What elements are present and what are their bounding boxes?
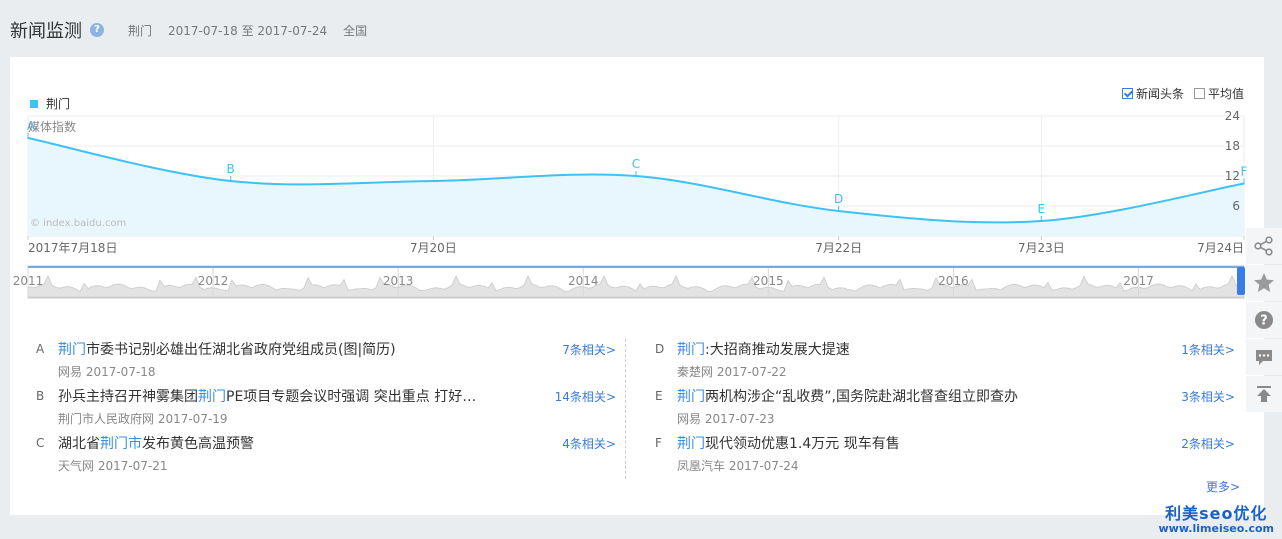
back-to-top-button[interactable] bbox=[1246, 376, 1282, 412]
news-source: 网易 2017-07-23 bbox=[677, 412, 775, 426]
news-title-link[interactable]: 荆门两机构涉企“乱收费”,国务院赴湖北督查组立即查办 bbox=[677, 386, 1018, 406]
navigator-year-label: 2017 bbox=[1123, 274, 1154, 288]
top-icon bbox=[1257, 386, 1271, 402]
news-source: 荆门市人民政府网 2017-07-19 bbox=[58, 412, 228, 426]
x-tick-label: 2017年7月18日 bbox=[28, 241, 117, 255]
news-column-left: A 荆门市委书记别必雄出任湖北省政府党组成员(图|简历) 网易 2017-07-18… bbox=[36, 339, 616, 480]
comment-icon bbox=[1256, 350, 1272, 365]
related-count-link[interactable]: 14条相关> bbox=[555, 388, 616, 405]
keyword-label: 荆门 bbox=[128, 23, 153, 38]
share-icon bbox=[1254, 236, 1273, 256]
news-keyword: 荆门市 bbox=[100, 436, 142, 452]
news-item: A 荆门市委书记别必雄出任湖北省政府党组成员(图|简历) 网易 2017-07-18… bbox=[36, 339, 616, 386]
related-count-link[interactable]: 1条相关> bbox=[1181, 341, 1235, 358]
navigator-year-label: 2016 bbox=[938, 274, 969, 288]
news-source: 秦楚网 2017-07-22 bbox=[677, 365, 787, 379]
date-range-label: 2017-07-18 至 2017-07-24 bbox=[168, 23, 328, 38]
news-marker-letter: A bbox=[36, 342, 45, 356]
news-marker-letter: F bbox=[655, 436, 662, 450]
news-source: 网易 2017-07-18 bbox=[58, 365, 156, 379]
news-source: 凤凰汽车 2017-07-24 bbox=[677, 459, 799, 473]
x-tick-label: 7月22日 bbox=[815, 241, 862, 255]
more-link[interactable]: 更多> bbox=[1206, 478, 1240, 495]
y-tick-label: 12 bbox=[1225, 169, 1240, 183]
range-navigator[interactable]: 2011 2012 2013 2014 2015 2016 2017 bbox=[13, 265, 1245, 299]
svg-text:?: ? bbox=[1260, 314, 1268, 329]
related-count-link[interactable]: 2条相关> bbox=[1181, 435, 1235, 452]
news-monitor-card: 荆门 新闻头条 平均值 ABCDEF 24 18 12 6 2017年7月18日 7月2… bbox=[10, 57, 1264, 515]
chart-watermark: © index.baidu.com bbox=[30, 218, 126, 229]
x-tick-label: 7月24日 bbox=[1197, 241, 1244, 255]
related-count-link[interactable]: 4条相关> bbox=[562, 435, 616, 452]
marker-d[interactable]: D bbox=[834, 192, 843, 206]
news-keyword: 荆门 bbox=[58, 342, 86, 358]
marker-f[interactable]: F bbox=[1241, 165, 1248, 179]
news-item: F 荆门现代领动优惠1.4万元 现车有售凤凰汽车 2017-07-24 2条相关> bbox=[655, 433, 1235, 480]
navigator-year-label: 2015 bbox=[753, 274, 784, 288]
marker-b[interactable]: B bbox=[227, 162, 235, 176]
news-source: 天气网 2017-07-21 bbox=[58, 459, 168, 473]
brand-url: www.limeiseo.com bbox=[1158, 522, 1274, 535]
news-item: C 湖北省荆门市发布黄色高温预警天气网 2017-07-21 4条相关> bbox=[36, 433, 616, 480]
question-help-icon[interactable]: ? bbox=[90, 23, 104, 37]
marker-c[interactable]: C bbox=[632, 157, 640, 171]
news-title-link[interactable]: 荆门现代领动优惠1.4万元 现车有售 bbox=[677, 433, 900, 453]
page-title: 新闻监测 bbox=[10, 21, 82, 42]
share-button[interactable] bbox=[1246, 228, 1282, 264]
y-tick-label: 24 bbox=[1225, 109, 1240, 123]
favorite-button[interactable] bbox=[1246, 265, 1282, 301]
related-count-link[interactable]: 3条相关> bbox=[1181, 388, 1235, 405]
news-marker-letter: E bbox=[655, 389, 663, 403]
navigator-year-label: 2012 bbox=[198, 274, 229, 288]
comment-button[interactable] bbox=[1246, 339, 1282, 375]
news-divider bbox=[625, 339, 626, 479]
navigator-year-label: 2014 bbox=[568, 274, 599, 288]
side-toolbar: ? bbox=[1246, 228, 1282, 413]
news-title-link[interactable]: 荆门市委书记别必雄出任湖北省政府党组成员(图|简历) bbox=[58, 339, 396, 359]
navigator-year-label: 2013 bbox=[383, 274, 414, 288]
media-index-chart[interactable]: AB CDEF 2418126 2017年7月18日 7月20日 7月22日 7月23日… bbox=[10, 57, 1264, 317]
news-title-link[interactable]: 湖北省荆门市发布黄色高温预警 bbox=[58, 433, 254, 453]
help-button[interactable]: ? bbox=[1246, 302, 1282, 338]
news-item: D 荆门:大招商推动发展大提速秦楚网 2017-07-22 1条相关> bbox=[655, 339, 1235, 386]
region-label: 全国 bbox=[343, 23, 368, 38]
brand-name: 利美seo优化 bbox=[1165, 504, 1268, 523]
news-keyword: 荆门 bbox=[677, 342, 705, 358]
navigator-year-label: 2011 bbox=[13, 274, 44, 288]
news-title-link[interactable]: 荆门:大招商推动发展大提速 bbox=[677, 339, 850, 359]
y-axis-label: 媒体指数 bbox=[28, 119, 76, 134]
news-keyword: 荆门 bbox=[198, 389, 226, 405]
star-icon bbox=[1254, 273, 1274, 292]
news-keyword: 荆门 bbox=[677, 436, 705, 452]
marker-e[interactable]: E bbox=[1038, 202, 1046, 216]
news-marker-letter: D bbox=[655, 342, 665, 356]
page-header: 新闻监测 ? 荆门 2017-07-18 至 2017-07-24 全国 bbox=[10, 18, 367, 42]
news-marker-letter: C bbox=[36, 436, 45, 450]
y-tick-label: 6 bbox=[1232, 199, 1240, 213]
navigator-handle[interactable] bbox=[1237, 267, 1245, 295]
news-marker-letter: B bbox=[36, 389, 45, 403]
news-column-right: D 荆门:大招商推动发展大提速秦楚网 2017-07-22 1条相关> E 荆门两机构涉… bbox=[655, 339, 1235, 480]
news-item: B 孙兵主持召开神雾集团荆门PE项目专题会议时强调 突出重点 打好… 荆门市人民政府… bbox=[36, 386, 616, 433]
y-tick-label: 18 bbox=[1225, 139, 1240, 153]
x-tick-label: 7月23日 bbox=[1018, 241, 1065, 255]
brand-watermark: 利美seo优化 www.limeiseo.com bbox=[1159, 500, 1274, 535]
x-tick-label: 7月20日 bbox=[410, 241, 457, 255]
related-count-link[interactable]: 7条相关> bbox=[562, 341, 616, 358]
news-title-link[interactable]: 孙兵主持召开神雾集团荆门PE项目专题会议时强调 突出重点 打好… bbox=[58, 386, 476, 406]
help-icon: ? bbox=[1255, 311, 1273, 329]
news-keyword: 荆门 bbox=[677, 389, 705, 405]
news-item: E 荆门两机构涉企“乱收费”,国务院赴湖北督查组立即查办网易 2017-07-23… bbox=[655, 386, 1235, 433]
